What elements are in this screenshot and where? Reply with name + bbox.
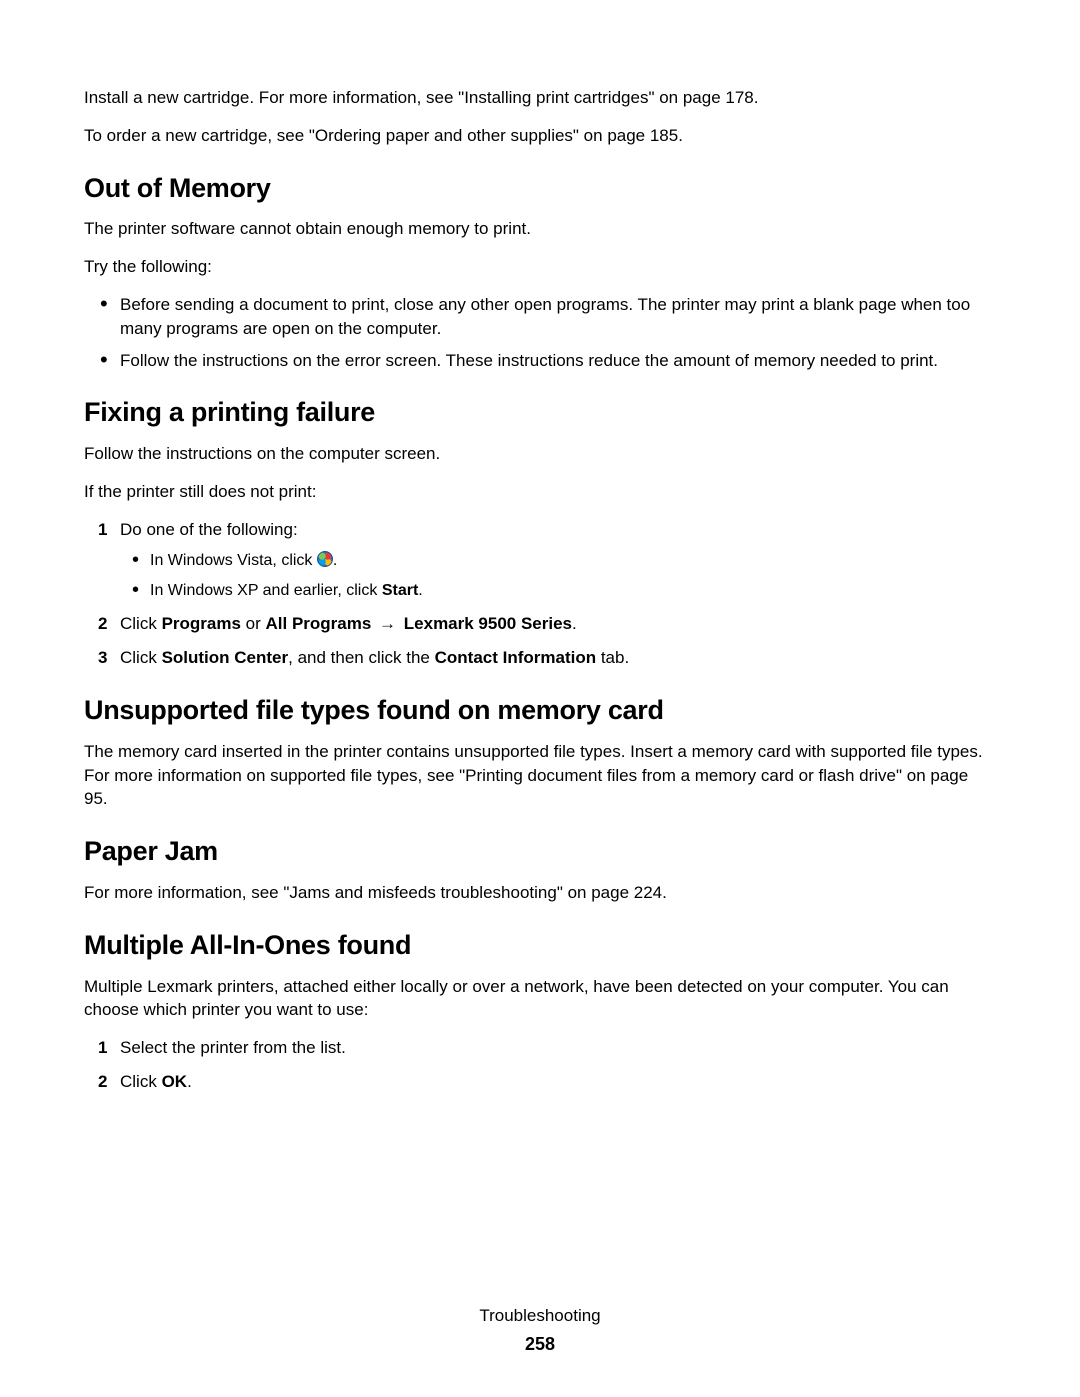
sub-bullet-item: In Windows XP and earlier, click Start. [150,580,996,602]
bold-ok: OK [162,1072,188,1091]
heading-unsupported: Unsupported file types found on memory c… [84,692,996,730]
step-text: Click [120,1072,162,1091]
step-text: or [241,614,266,633]
step-2: 2 Click Programs or All Programs → Lexma… [104,612,996,636]
footer-section-name: Troubleshooting [0,1304,1080,1328]
heading-fixing-failure: Fixing a printing failure [84,394,996,432]
step-text-suffix: tab. [596,648,629,667]
sub-text-suffix: . [333,552,337,569]
step-2: 2 Click OK. [104,1070,996,1094]
step-number: 1 [98,1036,107,1060]
multiple-steps: 1 Select the printer from the list. 2 Cl… [84,1036,996,1094]
step-text: Click [120,648,162,667]
fixing-failure-p1: Follow the instructions on the computer … [84,442,996,466]
step-1: 1 Select the printer from the list. [104,1036,996,1060]
fixing-failure-p2: If the printer still does not print: [84,480,996,504]
page-footer: Troubleshooting 258 [0,1304,1080,1357]
multiple-p1: Multiple Lexmark printers, attached eith… [84,975,996,1023]
sub-text-suffix: . [418,582,422,599]
heading-paper-jam: Paper Jam [84,833,996,871]
step-number: 1 [98,518,107,542]
step-text-suffix: . [572,614,577,633]
step-text: , and then click the [288,648,434,667]
step-1: 1 Do one of the following: In Windows Vi… [104,518,996,603]
step-text-suffix: . [187,1072,192,1091]
heading-multiple: Multiple All-In-Ones found [84,927,996,965]
sub-bullet-item: In Windows Vista, click . [150,550,996,572]
fixing-failure-steps: 1 Do one of the following: In Windows Vi… [84,518,996,670]
intro-paragraph-2: To order a new cartridge, see "Ordering … [84,124,996,148]
bullet-item: Before sending a document to print, clos… [120,293,996,341]
out-of-memory-p1: The printer software cannot obtain enoug… [84,217,996,241]
step-text: Do one of the following: [120,520,298,539]
windows-start-icon [317,551,333,567]
step-1-sub-bullets: In Windows Vista, click . In Windows XP … [120,550,996,603]
step-text: Click [120,614,162,633]
bold-solution-center: Solution Center [162,648,289,667]
footer-page-number: 258 [0,1332,1080,1357]
step-text: Select the printer from the list. [120,1038,346,1057]
out-of-memory-p2: Try the following: [84,255,996,279]
unsupported-p1: The memory card inserted in the printer … [84,740,996,811]
step-3: 3 Click Solution Center, and then click … [104,646,996,670]
step-number: 2 [98,1070,107,1094]
intro-paragraph-1: Install a new cartridge. For more inform… [84,86,996,110]
bold-lexmark: Lexmark 9500 Series [399,614,572,633]
bold-start: Start [382,582,418,599]
bold-programs: Programs [162,614,241,633]
bullet-item: Follow the instructions on the error scr… [120,349,996,373]
bold-contact-info: Contact Information [435,648,597,667]
heading-out-of-memory: Out of Memory [84,170,996,208]
sub-text: In Windows Vista, click [150,552,317,569]
out-of-memory-bullets: Before sending a document to print, clos… [84,293,996,372]
step-number: 2 [98,612,107,636]
sub-text: In Windows XP and earlier, click [150,582,382,599]
bold-all-programs: All Programs [266,614,377,633]
step-number: 3 [98,646,107,670]
arrow-icon: → [379,612,396,636]
paper-jam-p1: For more information, see "Jams and misf… [84,881,996,905]
